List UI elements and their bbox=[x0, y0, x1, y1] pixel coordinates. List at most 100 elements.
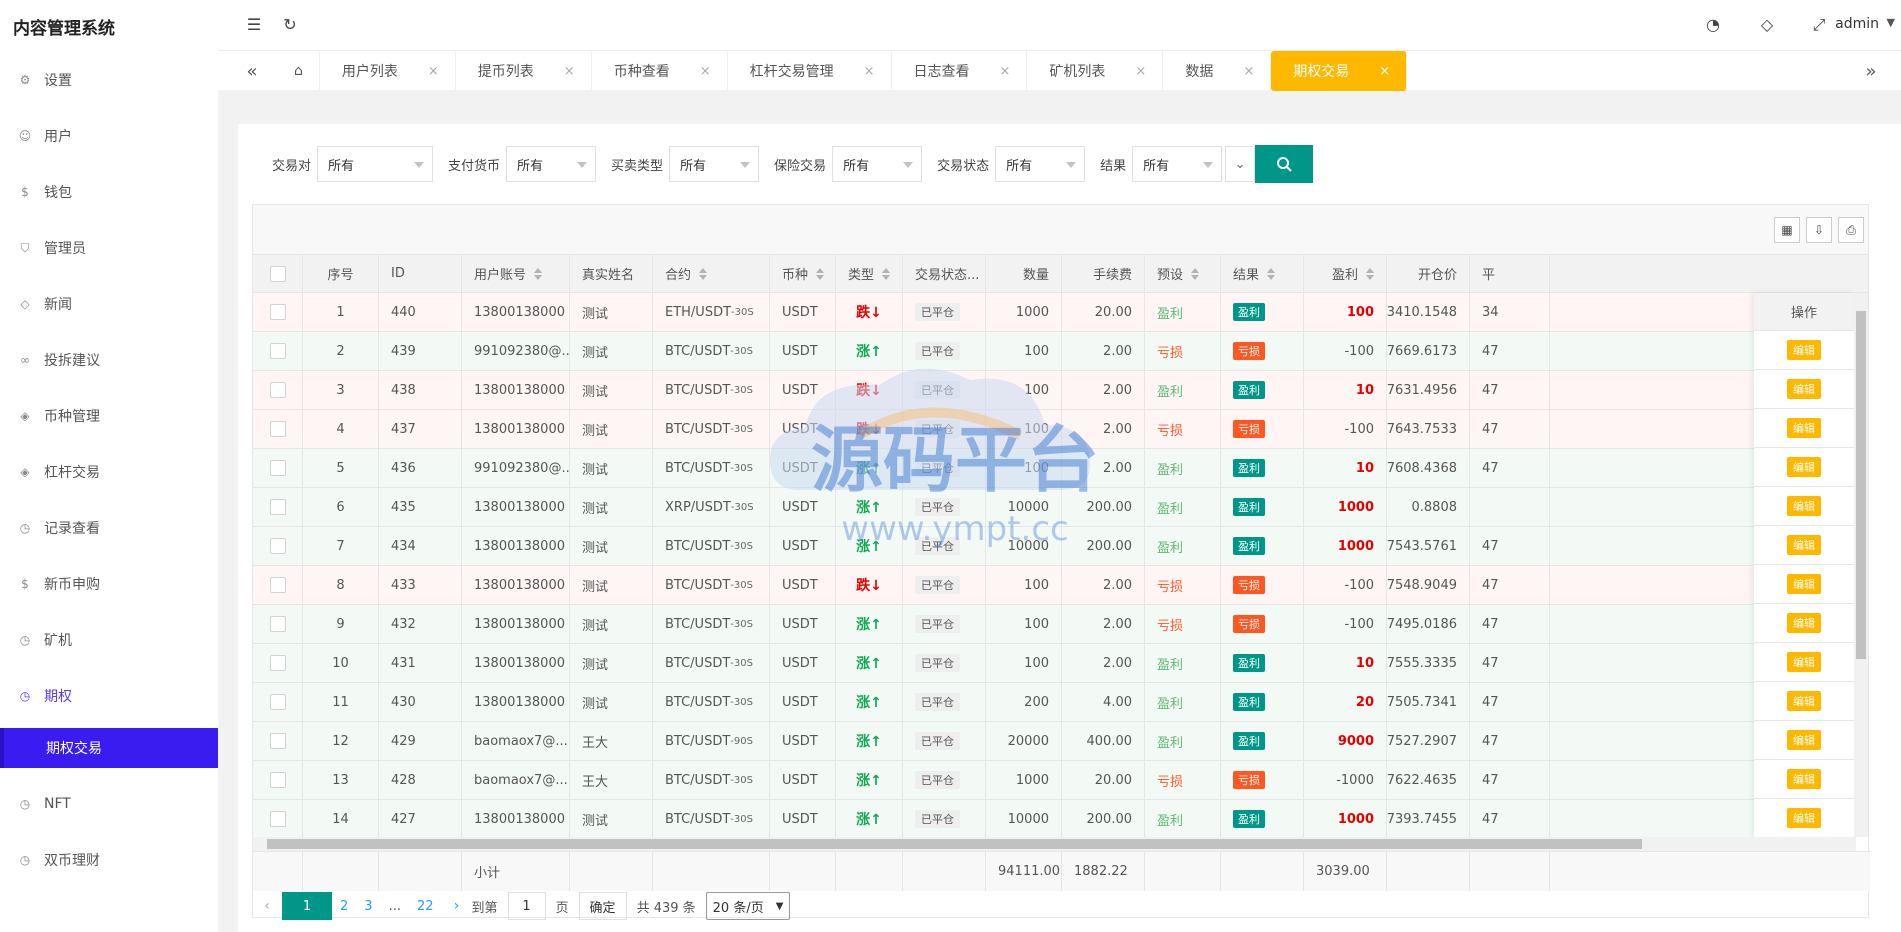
edit-button[interactable]: 编辑 bbox=[1787, 496, 1821, 516]
row-checkbox[interactable] bbox=[269, 343, 286, 359]
header-status[interactable]: 交易状态... bbox=[903, 255, 986, 292]
sidebar-item[interactable]: ◇ 新闻 bbox=[0, 276, 218, 332]
table-row[interactable]: 1 440 13800138000 测试 ETH/USDT -30S USDT 跌↓ 已平仓 10… bbox=[253, 293, 1868, 332]
edit-button[interactable]: 编辑 bbox=[1787, 340, 1821, 360]
page-1[interactable]: 1 bbox=[282, 892, 332, 920]
edit-button[interactable]: 编辑 bbox=[1787, 613, 1821, 633]
table-row[interactable]: 14 427 13800138000 测试 BTC/USDT -30S USDT 涨↑ 已平仓 1… bbox=[253, 800, 1868, 837]
user-menu[interactable]: admin bbox=[1835, 16, 1879, 32]
header-coin[interactable]: 币种 bbox=[770, 255, 836, 292]
expand-filters-button[interactable]: ⌄ bbox=[1225, 146, 1256, 182]
edit-button[interactable]: 编辑 bbox=[1787, 808, 1821, 828]
close-icon[interactable]: × bbox=[700, 64, 711, 79]
filter-select[interactable]: 所有 bbox=[832, 146, 923, 182]
sort-icon[interactable] bbox=[816, 267, 825, 280]
row-checkbox[interactable] bbox=[269, 382, 286, 398]
edit-button[interactable]: 编辑 bbox=[1787, 457, 1821, 477]
header-contract[interactable]: 合约 bbox=[653, 255, 770, 292]
table-row[interactable]: 2 439 991092380@... 测试 BTC/USDT -30S USDT 涨↑ 已平仓… bbox=[253, 332, 1868, 371]
sidebar-item[interactable]: ◷ 期权 bbox=[0, 668, 218, 724]
row-checkbox[interactable] bbox=[269, 499, 286, 515]
theme-icon[interactable]: ◔ bbox=[1703, 15, 1723, 35]
close-icon[interactable]: × bbox=[1000, 64, 1011, 79]
edit-button[interactable]: 编辑 bbox=[1787, 535, 1821, 555]
row-checkbox[interactable] bbox=[269, 460, 286, 476]
row-checkbox[interactable] bbox=[269, 772, 286, 788]
horizontal-scrollbar[interactable] bbox=[253, 837, 1856, 851]
table-row[interactable]: 8 433 13800138000 测试 BTC/USDT -30S USDT 跌↓ 已平仓 10… bbox=[253, 566, 1868, 605]
edit-button[interactable]: 编辑 bbox=[1787, 730, 1821, 750]
edit-button[interactable]: 编辑 bbox=[1787, 691, 1821, 711]
sort-icon[interactable] bbox=[699, 267, 708, 280]
chevron-down-icon[interactable]: ▼ bbox=[1887, 16, 1895, 29]
filter-select[interactable]: 所有 bbox=[506, 146, 597, 182]
header-account[interactable]: 用户账号 bbox=[462, 255, 570, 292]
search-button[interactable] bbox=[1255, 145, 1314, 183]
close-icon[interactable]: × bbox=[428, 64, 439, 79]
header-profit[interactable]: 盈利 bbox=[1304, 255, 1387, 292]
table-row[interactable]: 12 429 baomaox7@... 王大 BTC/USDT -90S USDT 涨↑ 已平仓… bbox=[253, 722, 1868, 761]
edit-button[interactable]: 编辑 bbox=[1787, 418, 1821, 438]
row-checkbox[interactable] bbox=[269, 538, 286, 554]
sort-icon[interactable] bbox=[534, 267, 543, 280]
header-type[interactable]: 类型 bbox=[836, 255, 903, 292]
goto-confirm-button[interactable]: 确定 bbox=[578, 892, 627, 920]
tab[interactable]: 币种查看 × bbox=[592, 51, 728, 91]
filter-select[interactable]: 所有 bbox=[1132, 146, 1223, 182]
edit-button[interactable]: 编辑 bbox=[1787, 652, 1821, 672]
table-row[interactable]: 6 435 13800138000 测试 XRP/USDT -30S USDT 涨↑ 已平仓 10… bbox=[253, 488, 1868, 527]
close-icon[interactable]: × bbox=[564, 64, 575, 79]
edit-button[interactable]: 编辑 bbox=[1787, 379, 1821, 399]
print-icon[interactable]: ⎙ bbox=[1838, 217, 1864, 243]
select-all-checkbox[interactable] bbox=[269, 265, 286, 282]
header-preset[interactable]: 预设 bbox=[1145, 255, 1221, 292]
sidebar-subitem-option-trade[interactable]: 期权交易 bbox=[0, 728, 218, 768]
tab[interactable]: 数据 × bbox=[1163, 51, 1272, 91]
filter-select[interactable]: 所有 bbox=[669, 146, 760, 182]
next-page-icon[interactable]: › bbox=[442, 892, 472, 920]
tabs-scroll-right-icon[interactable]: » bbox=[1851, 51, 1891, 91]
goto-page-input[interactable]: 1 bbox=[507, 892, 546, 920]
vertical-scrollbar[interactable] bbox=[1854, 293, 1868, 837]
table-row[interactable]: 9 432 13800138000 测试 BTC/USDT -30S USDT 涨↑ 已平仓 10… bbox=[253, 605, 1868, 644]
refresh-icon[interactable]: ↻ bbox=[280, 15, 300, 35]
row-checkbox[interactable] bbox=[269, 733, 286, 749]
sidebar-item[interactable]: ◷ 记录查看 bbox=[0, 500, 218, 556]
sidebar-item[interactable]: $ 新币申购 bbox=[0, 556, 218, 612]
menu-collapse-icon[interactable]: ☰ bbox=[244, 15, 264, 35]
tab[interactable]: 杠杆交易管理 × bbox=[728, 51, 892, 91]
page-2[interactable]: 2 bbox=[332, 892, 356, 920]
table-row[interactable]: 5 436 991092380@... 测试 BTC/USDT -30S USDT 涨↑ 已平仓… bbox=[253, 449, 1868, 488]
tab[interactable]: 矿机列表 × bbox=[1027, 51, 1164, 91]
close-icon[interactable]: × bbox=[1243, 64, 1254, 79]
sort-icon[interactable] bbox=[882, 267, 891, 280]
row-checkbox[interactable] bbox=[269, 577, 286, 593]
page-last[interactable]: 22 bbox=[409, 892, 442, 920]
table-row[interactable]: 11 430 13800138000 测试 BTC/USDT -30S USDT 涨↑ 已平仓 2… bbox=[253, 683, 1868, 722]
tabs-scroll-left-icon[interactable]: « bbox=[232, 51, 272, 91]
export-icon[interactable]: ⇩ bbox=[1806, 217, 1832, 243]
table-row[interactable]: 13 428 baomaox7@... 王大 BTC/USDT -30S USDT 涨↑ 已平仓… bbox=[253, 761, 1868, 800]
sidebar-item[interactable]: ◷ 矿机 bbox=[0, 612, 218, 668]
fullscreen-icon[interactable]: ⤢ bbox=[1809, 15, 1829, 35]
sidebar-item[interactable]: ◈ 币种管理 bbox=[0, 388, 218, 444]
sidebar-item[interactable]: ◷ 双币理财 bbox=[0, 832, 218, 888]
edit-button[interactable]: 编辑 bbox=[1787, 769, 1821, 789]
row-checkbox[interactable] bbox=[269, 655, 286, 671]
sort-icon[interactable] bbox=[1267, 267, 1276, 280]
row-checkbox[interactable] bbox=[269, 304, 286, 320]
sidebar-item[interactable]: ⚙ 设置 bbox=[0, 52, 218, 108]
edit-button[interactable]: 编辑 bbox=[1787, 574, 1821, 594]
filter-select[interactable]: 所有 bbox=[995, 146, 1086, 182]
table-row[interactable]: 3 438 13800138000 测试 BTC/USDT -30S USDT 跌↓ 已平仓 10… bbox=[253, 371, 1868, 410]
tab[interactable]: 用户列表 × bbox=[320, 51, 456, 91]
sidebar-item[interactable]: ☺ 用户 bbox=[0, 108, 218, 164]
tag-icon[interactable]: ◇ bbox=[1757, 15, 1777, 35]
row-checkbox[interactable] bbox=[269, 811, 286, 827]
tab[interactable]: 日志查看 × bbox=[892, 51, 1028, 91]
filter-select[interactable]: 所有 bbox=[317, 146, 434, 182]
table-row[interactable]: 4 437 13800138000 测试 BTC/USDT -30S USDT 跌↓ 已平仓 10… bbox=[253, 410, 1868, 449]
row-checkbox[interactable] bbox=[269, 616, 286, 632]
sort-icon[interactable] bbox=[1366, 267, 1374, 280]
header-result[interactable]: 结果 bbox=[1221, 255, 1304, 292]
